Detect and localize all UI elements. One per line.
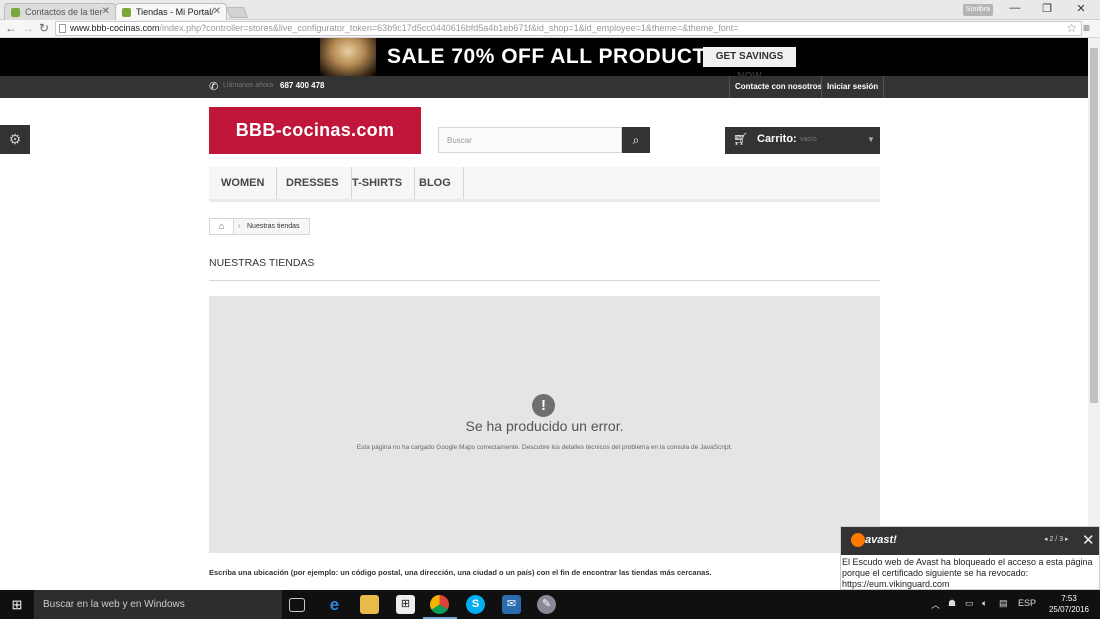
phone-number: 687 400 478 [280,81,325,90]
cart-icon: 🛒︎ [733,132,749,146]
search-input[interactable]: Buscar [438,127,622,153]
map-error-title: Se ha producido un error. [465,418,624,434]
profile-badge[interactable]: Sonlbra [963,4,993,16]
browser-tab-bar: Contactos de la tien ✕ Tiendas - Mi Port… [0,0,1100,20]
menu-item-tshirts[interactable]: T-SHIRTS [340,167,416,199]
call-label: Llámanos ahora [223,82,274,89]
tab-title: Contactos de la tien [25,7,103,17]
skype-icon[interactable]: S [466,595,485,614]
file-explorer-icon[interactable] [360,595,379,614]
breadcrumb: ⌂ › Nuestras tiendas [209,218,310,235]
close-tab-icon[interactable]: ✕ [102,6,110,17]
banner-model-image [320,38,376,76]
close-icon[interactable]: ✕ [1082,531,1095,549]
favicon-icon [11,8,20,17]
search-icon[interactable]: ⌕ [622,127,650,153]
menu-item-women[interactable]: WOMEN [209,167,278,199]
favicon-icon [122,8,131,17]
windows-start-icon[interactable]: ⊞ [0,590,34,619]
top-nav-bar: ✆ Llámanos ahora 687 400 478 Contacte co… [0,76,1088,98]
display-icon[interactable]: ▭ [965,598,974,609]
page-icon [59,24,66,33]
volume-icon[interactable]: 🔈︎ [982,598,987,609]
edge-icon[interactable]: e [325,595,344,614]
app-icon[interactable]: ✎ [537,595,556,614]
taskbar-search-input[interactable]: Buscar en la web y en Windows [34,590,282,619]
login-link[interactable]: Iniciar sesión [821,76,885,98]
contact-link[interactable]: Contacte con nosotros [729,76,827,98]
avast-notification[interactable]: avast! ◂ 2 / 3 ▸ ✕ El Escudo web de Avas… [840,526,1100,590]
close-tab-icon[interactable]: ✕ [213,6,221,17]
tab-title: Tiendas - Mi Portal/c [136,7,214,17]
get-savings-button[interactable]: GET SAVINGS NOW [703,47,796,82]
site-logo[interactable]: BBB-cocinas.com [209,107,421,154]
back-icon[interactable]: ← [5,21,17,35]
promo-banner[interactable]: SALE 70% OFF ALL PRODUCTS GET SAVINGS NO… [0,38,1088,82]
cart-status: vacío [800,136,817,143]
page-title: NUESTRAS TIENDAS [209,257,880,281]
task-view-icon[interactable] [289,598,305,612]
home-icon[interactable]: ⌂ [210,219,234,234]
reload-icon[interactable]: ↻ [39,21,49,35]
language-indicator[interactable]: ESP [1018,598,1036,608]
page-scrollbar[interactable] [1088,38,1100,590]
new-tab-button[interactable] [225,7,249,18]
map-area[interactable]: ! Se ha producido un error. Esta página … [209,296,880,553]
error-icon: ! [532,394,555,417]
avast-pager-text: 2 / 3 [1049,536,1064,543]
chevron-down-icon: ▼ [867,135,875,144]
cart-button[interactable]: 🛒︎ Carrito: vacío ▼ [725,127,880,154]
forward-icon[interactable]: → [22,21,34,35]
windows-taskbar: ⊞ Buscar en la web y en Windows e ⊞ S ✉ … [0,590,1100,619]
url-path: /index.php?controller=stores&live_config… [159,23,739,33]
outlook-icon[interactable]: ✉ [502,595,521,614]
system-clock[interactable]: 7:53 25/07/2016 [1044,593,1094,615]
avast-brand: avast! [865,534,897,546]
location-instructions: Escriba una ubicación (por ejemplo: un c… [209,568,712,577]
store-icon[interactable]: ⊞ [396,595,415,614]
banner-text: SALE 70% OFF ALL PRODUCTS [387,45,721,68]
notifications-icon[interactable]: ▤ [999,598,1008,609]
cart-label: Carrito: [757,133,797,145]
tab-contactos[interactable]: Contactos de la tien ✕ [4,3,116,20]
phone-icon: ✆ [209,81,219,93]
bookmark-star-icon[interactable]: ☆ [1066,22,1077,35]
page-viewport: SALE 70% OFF ALL PRODUCTS GET SAVINGS NO… [0,38,1088,590]
close-window-icon[interactable]: ✕ [1071,2,1091,15]
avast-pager[interactable]: ◂ 2 / 3 ▸ [1044,535,1069,543]
avast-message: El Escudo web de Avast ha bloqueado el a… [842,557,1093,589]
address-bar-row: ← → ↻ www.bbb-cocinas.com/index.php?cont… [0,20,1100,38]
url-domain: www.bbb-cocinas.com [70,23,160,33]
restore-icon[interactable]: ❐ [1037,2,1057,15]
url-input[interactable]: www.bbb-cocinas.com/index.php?controller… [55,21,1082,36]
scrollbar-thumb[interactable] [1090,48,1098,403]
menu-item-blog[interactable]: BLOG [407,167,464,199]
avast-logo-icon [851,533,865,547]
breadcrumb-separator-icon: › [238,221,241,230]
chrome-icon[interactable] [430,595,449,614]
minimize-icon[interactable]: — [1005,2,1025,14]
breadcrumb-current: Nuestras tiendas [247,223,300,230]
clock-time: 7:53 [1061,594,1077,603]
clock-date: 25/07/2016 [1048,605,1090,614]
tray-expand-icon[interactable]: ︿ [931,598,940,611]
map-error-description: Esta página no ha cargado Google Maps co… [356,444,733,451]
tab-tiendas[interactable]: Tiendas - Mi Portal/c ✕ [115,3,227,20]
gear-icon[interactable]: ⚙ [0,125,30,154]
avast-header: avast! ◂ 2 / 3 ▸ ✕ [841,527,1099,555]
main-menu: WOMEN DRESSES T-SHIRTS BLOG [209,167,880,202]
network-icon[interactable]: ☗ [948,598,956,609]
browser-menu-icon[interactable]: ≡ [1083,21,1090,35]
